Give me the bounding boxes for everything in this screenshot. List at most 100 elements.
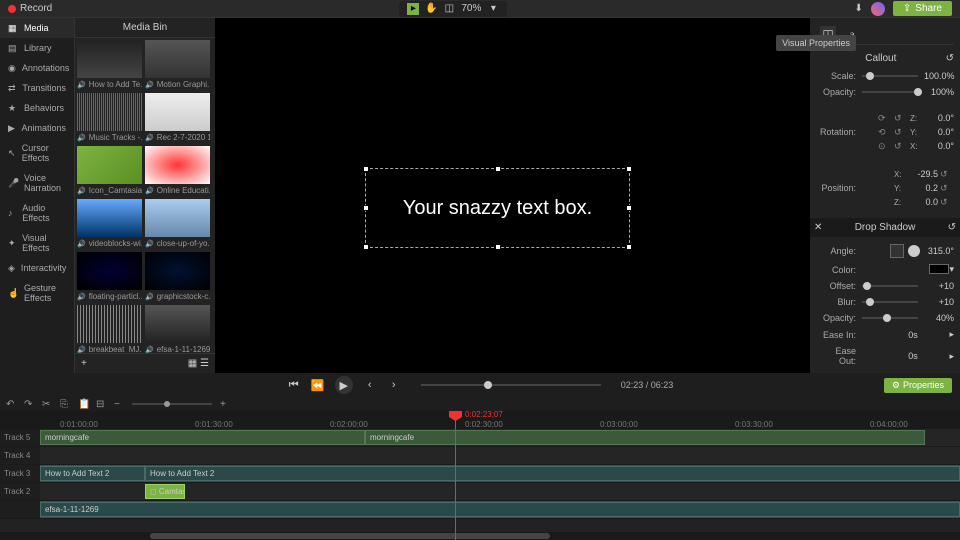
add-media-button[interactable]: + bbox=[81, 358, 87, 369]
position-x-value[interactable]: -29.5 bbox=[908, 169, 938, 179]
cursor-icon[interactable]: ▸ bbox=[407, 3, 419, 15]
media-item[interactable]: 🔊Music Tracks -... bbox=[77, 93, 142, 144]
zoom-in-icon[interactable]: + bbox=[220, 399, 230, 409]
blur-slider[interactable] bbox=[862, 301, 918, 303]
undo-icon[interactable]: ↶ bbox=[6, 399, 16, 409]
tab-gesture-effects[interactable]: ☝Gesture Effects bbox=[0, 278, 74, 308]
track-3-label[interactable]: Track 3 bbox=[0, 465, 40, 482]
rot-x-reset-icon[interactable]: ↺ bbox=[894, 141, 904, 151]
track-2-content[interactable]: ◻ Camtasia bbox=[40, 483, 960, 500]
track-1-label[interactable] bbox=[0, 501, 40, 518]
tab-transitions[interactable]: ⇄Transitions bbox=[0, 78, 74, 98]
color-dropdown-icon[interactable]: ▾ bbox=[949, 264, 954, 275]
tab-visual-effects[interactable]: ✦Visual Effects bbox=[0, 228, 74, 258]
hand-icon[interactable]: ✋ bbox=[425, 3, 437, 15]
text-callout[interactable]: Your snazzy text box. bbox=[365, 168, 630, 248]
track-1-content[interactable]: efsa-1-11-1269 bbox=[40, 501, 960, 518]
media-item[interactable]: 🔊Icon_Camtasia... bbox=[77, 146, 142, 197]
rot-z-reset-icon[interactable]: ↺ bbox=[894, 113, 904, 123]
track-5-content[interactable]: morningcafe morningcafe bbox=[40, 429, 960, 446]
download-icon[interactable]: ⬇ bbox=[855, 3, 863, 14]
tab-voice-narration[interactable]: 🎤Voice Narration bbox=[0, 168, 74, 198]
zoom-slider[interactable] bbox=[132, 403, 212, 405]
avatar[interactable] bbox=[871, 2, 885, 16]
position-z-value[interactable]: 0.0 bbox=[908, 197, 938, 207]
opacity-value[interactable]: 100% bbox=[924, 87, 954, 97]
next-clip-button[interactable]: › bbox=[387, 378, 401, 392]
media-thumbnail[interactable] bbox=[77, 199, 142, 237]
media-thumbnail[interactable] bbox=[145, 93, 210, 131]
resize-handle-bm[interactable] bbox=[495, 244, 501, 250]
list-view-icon[interactable]: ☰ bbox=[200, 358, 209, 369]
track-5-label[interactable]: Track 5 bbox=[0, 429, 40, 446]
media-item[interactable]: 🔊How to Add Te... bbox=[77, 40, 142, 91]
media-thumbnail[interactable] bbox=[145, 146, 210, 184]
media-item[interactable]: 🔊close-up-of-yo... bbox=[145, 199, 210, 250]
tab-library[interactable]: ▤Library bbox=[0, 38, 74, 58]
timeline-scrollbar[interactable] bbox=[0, 532, 960, 540]
pos-z-reset-icon[interactable]: ↺ bbox=[940, 197, 950, 207]
shadow-opacity-value[interactable]: 40% bbox=[924, 313, 954, 323]
crop-icon[interactable]: ◫ bbox=[443, 3, 455, 15]
media-thumbnail[interactable] bbox=[77, 305, 142, 343]
tab-animations[interactable]: ▶Animations bbox=[0, 118, 74, 138]
media-item[interactable]: 🔊Motion Graphi... bbox=[145, 40, 210, 91]
split-icon[interactable]: ⊟ bbox=[96, 399, 106, 409]
shadow-reset-icon[interactable]: ↺ bbox=[948, 222, 956, 233]
copy-icon[interactable]: ⎘ bbox=[60, 399, 70, 409]
scrollbar-thumb[interactable] bbox=[150, 533, 550, 539]
media-thumbnail[interactable] bbox=[145, 40, 210, 78]
easeout-value[interactable]: 0s bbox=[888, 351, 918, 361]
resize-handle-ml[interactable] bbox=[363, 205, 369, 211]
step-back-button[interactable]: ⏪ bbox=[311, 378, 325, 392]
resize-handle-tm[interactable] bbox=[495, 166, 501, 172]
rot-x-icon[interactable]: ⊙ bbox=[878, 141, 888, 151]
track-4-label[interactable]: Track 4 bbox=[0, 447, 40, 464]
angle-grid[interactable] bbox=[890, 244, 904, 258]
easein-stepper-icon[interactable]: ▸ bbox=[949, 329, 954, 340]
blur-value[interactable]: +10 bbox=[924, 297, 954, 307]
tab-cursor-effects[interactable]: ↖Cursor Effects bbox=[0, 138, 74, 168]
pos-y-reset-icon[interactable]: ↺ bbox=[940, 183, 950, 193]
zoom-dropdown-icon[interactable]: ▾ bbox=[487, 3, 499, 15]
resize-handle-bl[interactable] bbox=[363, 244, 369, 250]
media-thumbnail[interactable] bbox=[77, 40, 142, 78]
tab-interactivity[interactable]: ◈Interactivity bbox=[0, 258, 74, 278]
media-item[interactable]: 🔊efsa-1-11-1269 bbox=[145, 305, 210, 353]
angle-value[interactable]: 315.0° bbox=[924, 246, 954, 256]
cut-icon[interactable]: ✂ bbox=[42, 399, 52, 409]
playback-slider[interactable] bbox=[421, 384, 601, 386]
media-thumbnail[interactable] bbox=[77, 93, 142, 131]
clip-howto-1[interactable]: How to Add Text 2 bbox=[40, 466, 145, 481]
rotation-y-value[interactable]: 0.0° bbox=[924, 127, 954, 137]
media-thumbnail[interactable] bbox=[145, 252, 210, 290]
easein-value[interactable]: 0s bbox=[888, 330, 918, 340]
media-item[interactable]: 🔊graphicstock-c... bbox=[145, 252, 210, 303]
clip-howto-2[interactable]: How to Add Text 2 bbox=[145, 466, 960, 481]
share-button[interactable]: ⇪ Share bbox=[893, 1, 952, 16]
grid-view-icon[interactable]: ▦ bbox=[188, 358, 197, 369]
canvas[interactable]: Your snazzy text box. bbox=[215, 18, 810, 373]
scale-value[interactable]: 100.0% bbox=[924, 71, 954, 81]
clip-morningcafe-2[interactable]: morningcafe bbox=[365, 430, 925, 445]
track-4-content[interactable] bbox=[40, 447, 960, 464]
media-thumbnail[interactable] bbox=[145, 305, 210, 343]
rotation-z-value[interactable]: 0.0° bbox=[924, 113, 954, 123]
media-item[interactable]: 🔊breakbeat_MJ... bbox=[77, 305, 142, 353]
tab-audio-effects[interactable]: ♪Audio Effects bbox=[0, 198, 74, 228]
prev-clip-button[interactable]: ‹ bbox=[363, 378, 377, 392]
media-item[interactable]: 🔊videoblocks-wi... bbox=[77, 199, 142, 250]
media-item[interactable]: 🔊floating-particl... bbox=[77, 252, 142, 303]
resize-handle-tr[interactable] bbox=[626, 166, 632, 172]
track-2-label[interactable]: Track 2 bbox=[0, 483, 40, 500]
easeout-stepper-icon[interactable]: ▸ bbox=[949, 351, 954, 362]
color-swatch[interactable] bbox=[929, 264, 949, 274]
play-button[interactable]: ▶ bbox=[335, 376, 353, 394]
clip-morningcafe-1[interactable]: morningcafe bbox=[40, 430, 365, 445]
reset-icon[interactable]: ↺ bbox=[946, 53, 954, 64]
opacity-slider[interactable] bbox=[862, 91, 918, 93]
resize-handle-mr[interactable] bbox=[626, 205, 632, 211]
resize-handle-br[interactable] bbox=[626, 244, 632, 250]
tab-annotations[interactable]: ◉Annotations bbox=[0, 58, 74, 78]
pos-x-reset-icon[interactable]: ↺ bbox=[940, 169, 950, 179]
